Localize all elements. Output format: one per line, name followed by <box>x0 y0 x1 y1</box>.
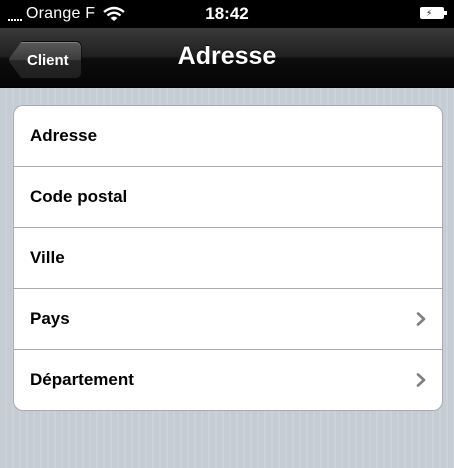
signal-icon <box>8 7 22 21</box>
row-ville[interactable]: Ville <box>14 228 442 289</box>
battery-icon: ⚡ <box>420 7 447 19</box>
wifi-icon <box>103 6 125 21</box>
address-table: Adresse Code postal Ville Pays Départeme… <box>13 105 443 411</box>
row-code-postal[interactable]: Code postal <box>14 167 442 228</box>
navigation-bar: Client Adresse <box>0 28 454 88</box>
charging-bolt-icon: ⚡ <box>426 8 433 18</box>
row-departement[interactable]: Département <box>14 350 442 410</box>
chevron-right-icon <box>416 312 426 326</box>
row-label: Ville <box>30 248 65 267</box>
row-adresse[interactable]: Adresse <box>14 106 442 167</box>
page-title: Adresse <box>177 42 277 70</box>
row-label: Code postal <box>30 187 128 206</box>
row-pays[interactable]: Pays <box>14 289 442 350</box>
carrier-name: Orange F <box>26 5 96 22</box>
row-label: Département <box>30 370 134 389</box>
content-area: Adresse Code postal Ville Pays Départeme… <box>0 88 454 468</box>
row-label: Adresse <box>30 126 98 145</box>
row-label: Pays <box>30 309 70 328</box>
chevron-right-icon <box>416 373 426 387</box>
status-bar: Orange F 18:42 ⚡ <box>0 0 454 28</box>
